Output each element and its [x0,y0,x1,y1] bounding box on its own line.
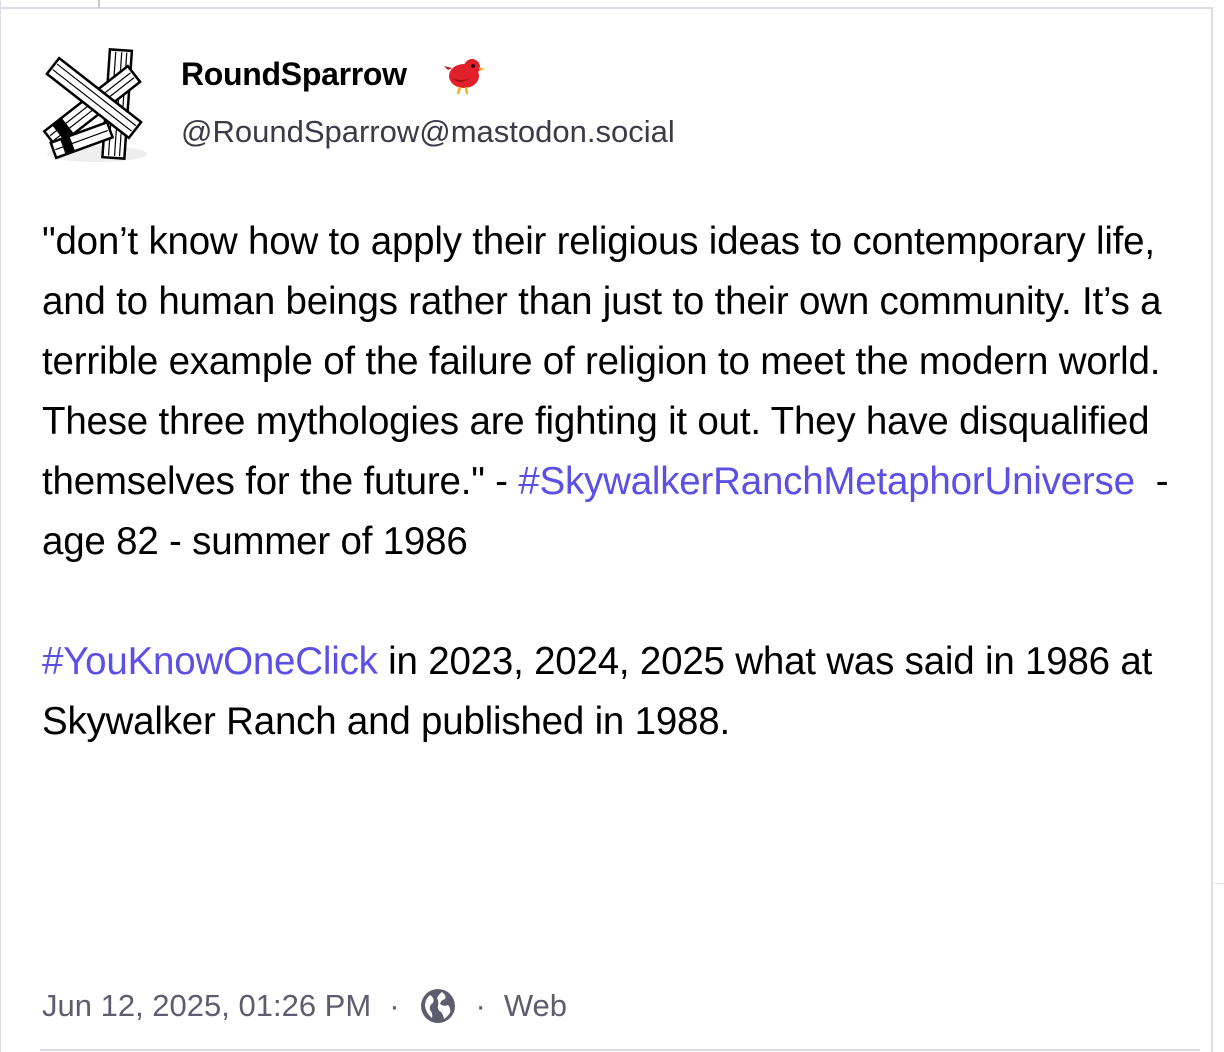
post-content: "don’t know how to apply their religious… [42,212,1192,752]
crossed-sticks-avatar-icon [42,48,147,162]
author-avatar[interactable] [42,46,152,164]
post-paragraph-1: "don’t know how to apply their religious… [42,212,1192,572]
frame-right-border [1211,7,1213,1052]
meta-separator-2: · [475,988,486,1023]
post-timestamp[interactable]: Jun 12, 2025, 01:26 PM [42,988,371,1024]
author-display-name[interactable]: RoundSparrow [181,56,407,93]
frame-top-border [0,7,1212,9]
hashtag-link-youknowoneclick[interactable]: #YouKnowOneClick [42,640,378,683]
meta-separator-1: · [389,988,400,1023]
frame-right-tick [1212,883,1224,884]
red-bird-emoji-icon [442,56,486,96]
hashtag-link-skywalker[interactable]: #SkywalkerRanchMetaphorUniverse [518,460,1135,503]
globe-icon [418,986,458,1026]
frame-left-border [0,0,1,1052]
frame-top-tick [98,0,100,8]
post-paragraph-2: #YouKnowOneClick in 2023, 2024, 2025 wha… [42,632,1192,752]
post-meta: Jun 12, 2025, 01:26 PM · · Web [42,983,567,1029]
author-handle[interactable]: @RoundSparrow@mastodon.social [181,114,675,150]
post-application: Web [503,988,568,1023]
frame-bottom-border [40,1049,1200,1051]
